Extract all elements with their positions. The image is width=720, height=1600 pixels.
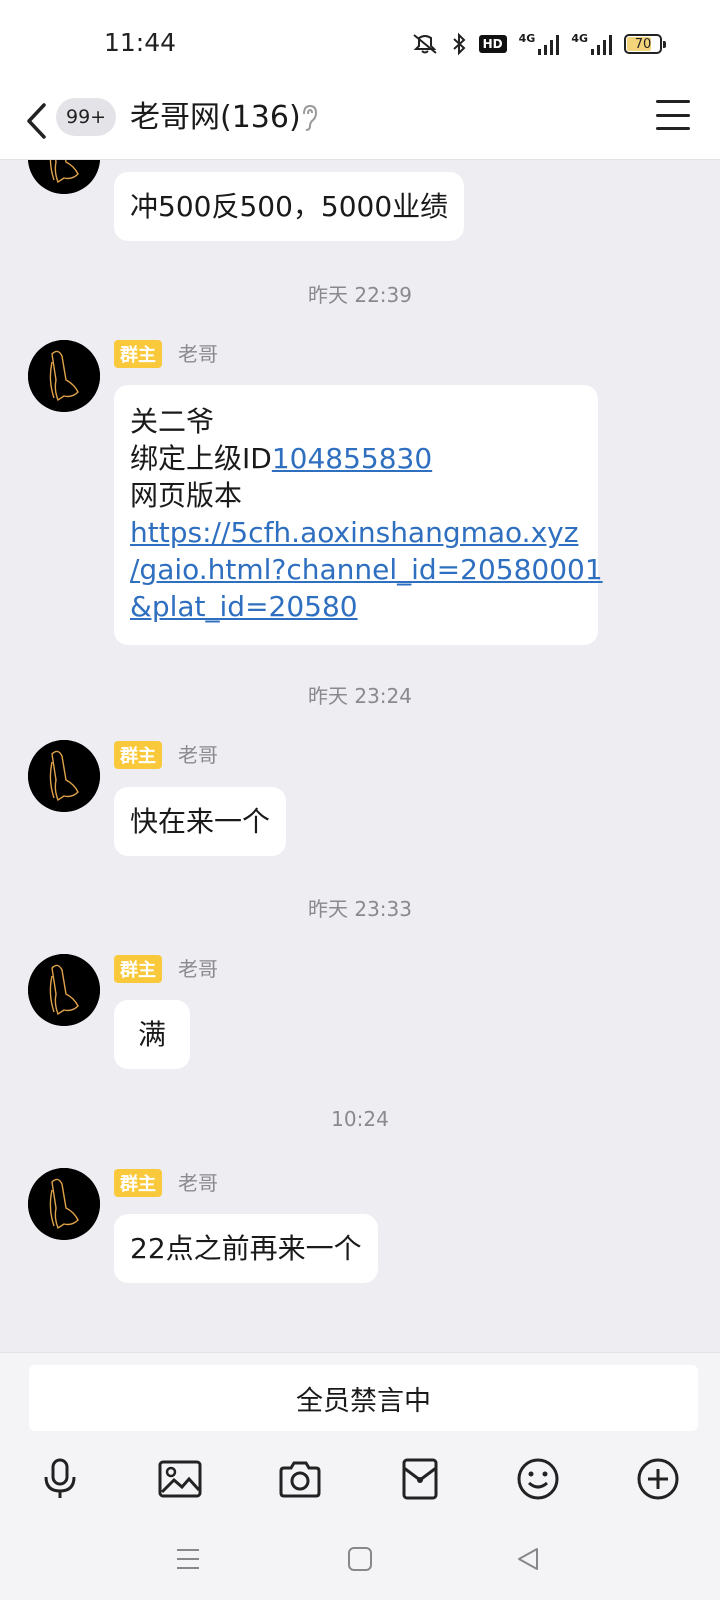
owner-role-tag: 群主 (114, 955, 162, 983)
message-bubble[interactable]: 快在来一个 (114, 787, 287, 856)
system-back-button[interactable] (508, 1539, 548, 1579)
battery-icon: 70 (624, 34, 666, 54)
image-icon (158, 1460, 202, 1498)
bluetooth-icon (451, 32, 467, 56)
url-link[interactable]: &plat_id=20580 (130, 588, 582, 625)
voice-button[interactable] (30, 1449, 90, 1509)
sender-name: 老哥 (178, 957, 218, 981)
message-bubble[interactable]: 满 (114, 1000, 191, 1069)
back-button[interactable] (24, 96, 54, 146)
network-type-label: 4G (518, 32, 536, 45)
url-link[interactable]: https://5cfh.aoxinshangmao.xyz (130, 514, 582, 551)
user-id-link[interactable]: 104855830 (272, 442, 432, 475)
red-packet-icon (402, 1458, 438, 1500)
message-timestamp: 昨天 23:33 (308, 897, 412, 921)
network-type-label-2: 4G (571, 32, 588, 45)
back-triangle-icon (518, 1548, 538, 1570)
emoji-icon (517, 1458, 559, 1500)
message-text: 22点之前再来一个 (130, 1232, 362, 1265)
url-link[interactable]: /gaio.html?channel_id=20580001 (130, 551, 603, 588)
chevron-left-icon (27, 103, 46, 139)
recent-apps-icon (177, 1549, 199, 1569)
unread-count-badge[interactable]: 99+ (56, 98, 117, 136)
camera-icon (279, 1461, 321, 1498)
recent-apps-button[interactable] (168, 1539, 208, 1579)
message-timestamp: 昨天 22:39 (308, 283, 412, 307)
more-button[interactable] (628, 1449, 688, 1509)
avatar[interactable] (28, 1168, 100, 1240)
system-navigation-bar (0, 1517, 720, 1600)
input-area: 全员禁言中 (0, 1352, 720, 1600)
input-toolbar (0, 1449, 720, 1509)
message-text: 快在来一个 (130, 805, 271, 838)
emoji-button[interactable] (508, 1449, 568, 1509)
signal-icon: 4G (519, 32, 560, 56)
sender-name: 老哥 (178, 342, 218, 366)
owner-role-tag: 群主 (114, 741, 162, 769)
hd-voice-badge: HD (478, 35, 507, 53)
chat-message-list[interactable]: 冲500反500，5000业绩 昨天 22:39 群主 老哥 关二爷 绑定上级I… (0, 160, 720, 1352)
camera-button[interactable] (270, 1449, 330, 1509)
message-bubble[interactable]: 关二爷 绑定上级ID104855830 网页版本 https://5cfh.ao… (114, 385, 603, 645)
plus-icon (637, 1458, 679, 1500)
owner-role-tag: 群主 (114, 340, 162, 368)
all-muted-notice: 全员禁言中 (29, 1365, 698, 1431)
avatar[interactable] (28, 160, 100, 194)
status-time: 11:44 (104, 28, 177, 57)
avatar[interactable] (28, 740, 100, 812)
message-timestamp: 昨天 23:24 (308, 684, 412, 708)
earpiece-mode-icon[interactable] (300, 104, 320, 136)
message-text: 冲500反500，5000业绩 (130, 190, 449, 223)
red-packet-button[interactable] (390, 1449, 450, 1509)
message-line: 关二爷 (130, 405, 215, 438)
menu-line (656, 100, 690, 103)
group-title: 老哥网(136) (130, 100, 301, 135)
message-line-text: 绑定上级ID (130, 442, 272, 475)
owner-role-tag: 群主 (114, 1169, 162, 1197)
home-button[interactable] (340, 1539, 380, 1579)
home-icon (348, 1547, 372, 1571)
signal-icon-2: 4G (571, 32, 612, 56)
message-timestamp: 10:24 (331, 1107, 389, 1131)
sender-name: 老哥 (178, 1171, 218, 1195)
battery-level: 70 (634, 36, 652, 52)
image-button[interactable] (150, 1449, 210, 1509)
avatar[interactable] (28, 954, 100, 1026)
message-line: 网页版本 (130, 479, 243, 512)
microphone-icon (44, 1458, 76, 1498)
menu-button[interactable] (656, 100, 690, 130)
chat-header: 99+ 老哥网(136) (0, 88, 720, 160)
message-text: 满 (138, 1018, 167, 1051)
sender-name: 老哥 (178, 743, 218, 767)
avatar[interactable] (28, 340, 100, 412)
mute-icon (411, 32, 439, 56)
status-icons: HD 4G 4G 70 (411, 28, 666, 60)
message-line: 绑定上级ID104855830 (130, 440, 582, 477)
message-bubble[interactable]: 冲500反500，5000业绩 (114, 172, 465, 241)
message-bubble[interactable]: 22点之前再来一个 (114, 1214, 378, 1283)
menu-line (656, 113, 690, 117)
menu-line (656, 127, 690, 130)
status-bar: 11:44 HD 4G 4G 70 (0, 0, 720, 88)
